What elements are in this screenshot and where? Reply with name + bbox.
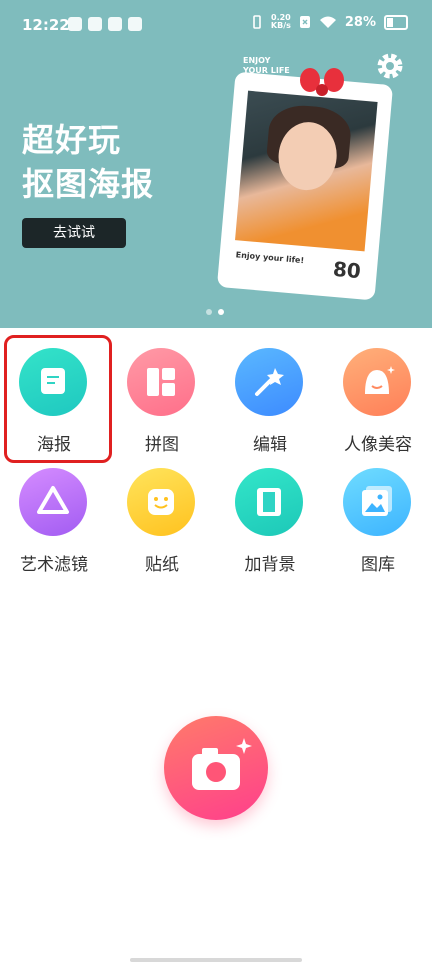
stamp-number: 80 [332,256,362,284]
status-time: 12:22 [22,16,70,34]
feature-gallery[interactable]: 图库 [324,448,432,575]
try-it-button[interactable]: 去试试 [22,218,126,248]
stamp-caption: Enjoy your life! [235,250,305,266]
camera-icon [192,738,252,790]
sticker-icon [127,468,195,536]
collage-icon [127,348,195,416]
portrait-beauty-icon [343,348,411,416]
sim-x-icon [299,16,310,28]
feature-collage[interactable]: 拼图 [108,328,216,455]
app-notification-icon [128,17,142,31]
gallery-icon [343,468,411,536]
banner-stamp-image: Enjoy your life! 80 [221,75,389,297]
banner-page-indicator [206,309,224,315]
red-bow-icon [300,68,344,96]
status-right: 0.20 KB/s 28% [251,14,408,30]
app-notification-icon [108,17,122,31]
settings-gear-icon[interactable] [374,50,406,82]
highlight-box [4,335,112,463]
feature-label: 贴纸 [145,555,179,575]
status-bar: 12:22 0.20 KB/s 28% [0,0,432,50]
notification-icons [68,17,142,31]
tiktok-icon [68,17,82,31]
battery-percent: 28% [344,14,376,30]
feature-label: 艺术滤镜 [20,555,88,575]
banner[interactable]: 12:22 0.20 KB/s 28% 超好玩 抠图海报 去试试 ENJOY Y… [0,0,432,328]
magic-wand-icon [235,348,303,416]
camera-button[interactable] [164,716,268,820]
feature-add-background[interactable]: 加背景 [216,448,324,575]
feature-edit[interactable]: 编辑 [216,328,324,455]
art-filter-icon [19,468,87,536]
app-notification-icon [88,17,102,31]
feature-portrait-beauty[interactable]: 人像美容 [324,328,432,455]
portrait-photo [235,90,378,252]
battery-icon [384,14,408,30]
feature-label: 图库 [361,555,395,575]
vibrate-icon [253,15,261,29]
feature-art-filter[interactable]: 艺术滤镜 [0,448,108,575]
net-speed: 0.20 KB/s [270,13,291,30]
banner-headline: 超好玩 抠图海报 [22,121,155,203]
add-background-icon [235,468,303,536]
feature-sticker[interactable]: 贴纸 [108,448,216,575]
wifi-icon [319,16,336,28]
page-dot [206,309,212,315]
feature-label: 加背景 [244,555,296,575]
page-dot-active [218,309,224,315]
home-indicator[interactable] [130,958,302,962]
stamp-top-text: ENJOY YOUR LIFE [243,56,290,75]
